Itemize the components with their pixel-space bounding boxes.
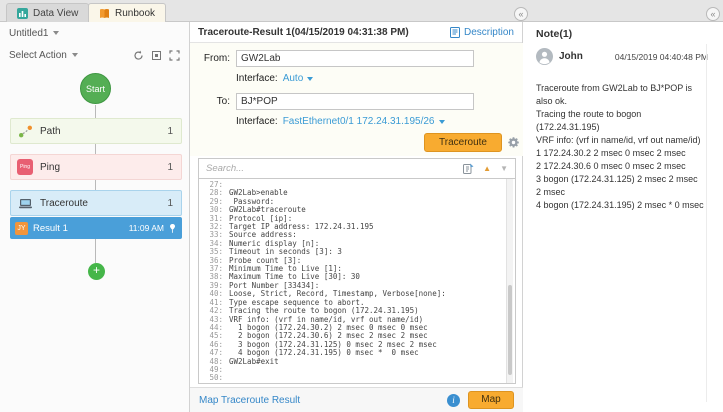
collapse-main-panel-icon[interactable]: « [514, 7, 528, 21]
note-line: 4 bogon (172.24.31.195) 2 msec * 0 msec [536, 199, 704, 212]
flow-connector [95, 180, 96, 190]
chevron-down-icon [307, 77, 313, 81]
pin-icon [169, 224, 176, 233]
description-link[interactable]: Description [450, 27, 514, 38]
find-previous-icon[interactable]: ▲ [483, 165, 491, 173]
result-label: Result 1 [33, 223, 68, 234]
app: Data View Runbook « « Untitled1 Select A… [0, 0, 723, 412]
tab-label: Data View [33, 8, 78, 19]
note-line: VRF info: (vrf in name/id, vrf out name/… [536, 134, 704, 147]
collapse-note-panel-icon[interactable]: « [706, 7, 720, 21]
traceroute-icon [17, 195, 33, 211]
runbook-title-dropdown[interactable]: Untitled1 [0, 22, 189, 44]
ping-icon: Ping [17, 159, 33, 175]
chevron-down-icon [439, 120, 445, 124]
flow-connector [95, 239, 96, 263]
note-line: 2 172.24.30.6 0 msec 0 msec 2 msec [536, 160, 704, 173]
data-view-icon [17, 8, 28, 19]
node-label: Ping [40, 162, 60, 173]
interface-label: Interface: [236, 116, 278, 127]
traceroute-result-panel: Traceroute-Result 1(04/15/2019 04:31:38 … [190, 22, 523, 412]
result-header: Traceroute-Result 1(04/15/2019 04:31:38 … [190, 22, 522, 43]
gear-icon[interactable] [507, 136, 520, 149]
note-panel: Note(1) John 04/15/2019 04:40:48 PM Trac… [523, 22, 723, 412]
console-scrollbar[interactable] [506, 179, 513, 383]
map-traceroute-result-link[interactable]: Map Traceroute Result [199, 395, 300, 406]
result-item[interactable]: JY Result 1 11:09 AM [10, 217, 182, 239]
chevron-down-icon[interactable] [72, 53, 78, 57]
user-initials-badge: JY [15, 222, 28, 235]
avatar [536, 48, 553, 65]
to-device-input[interactable] [236, 93, 474, 110]
refresh-icon[interactable] [133, 50, 144, 61]
note-scrollbar[interactable] [706, 44, 707, 402]
console-line: 48:GW2Lab#exit [199, 358, 515, 366]
node-label: Traceroute [40, 198, 88, 209]
note-timestamp: 04/15/2019 04:40:48 PM [615, 52, 708, 62]
flow-toolbar [133, 50, 180, 61]
select-action-dropdown[interactable]: Select Action [9, 50, 67, 61]
from-label: From: [190, 53, 230, 64]
map-button[interactable]: Map [468, 391, 514, 409]
tab-label: Runbook [115, 8, 155, 19]
note-line: Tracing the route to bogon (172.24.31.19… [536, 108, 704, 134]
path-icon [17, 123, 33, 139]
export-results-icon[interactable] [463, 163, 474, 174]
runbook-title: Untitled1 [9, 28, 48, 39]
flow-connector [95, 144, 96, 154]
note-author-row: John 04/15/2019 04:40:48 PM [536, 48, 708, 65]
note-line: 3 bogon (172.24.31.125) 2 msec 2 msec 2 … [536, 173, 704, 199]
flow-connector [95, 105, 96, 118]
note-author-name: John [559, 51, 583, 62]
search-input[interactable] [206, 163, 454, 174]
to-label: To: [190, 96, 230, 107]
top-tab-bar: Data View Runbook « « [0, 0, 723, 22]
fullscreen-icon[interactable] [169, 50, 180, 61]
flow-node-path[interactable]: Path 1 [10, 118, 182, 144]
result-time: 11:09 AM [129, 223, 164, 233]
select-action-row: Select Action [0, 44, 189, 66]
console-line: 49: [199, 366, 515, 374]
console-line: 50: [199, 374, 515, 382]
result-title: Traceroute-Result 1(04/15/2019 04:31:38 … [198, 27, 409, 38]
result-footer: Map Traceroute Result i Map [190, 387, 523, 412]
to-interface-dropdown[interactable]: FastEthernet0/1 172.24.31.195/26 [283, 116, 445, 127]
flow-canvas: Start Path 1 Ping Ping 1 [0, 66, 188, 412]
traceroute-button[interactable]: Traceroute [424, 133, 502, 152]
flow-start-node[interactable]: Start [80, 73, 111, 104]
to-interface-row: Interface: FastEthernet0/1 172.24.31.195… [236, 116, 445, 127]
note-panel-title: Note(1) [536, 28, 572, 40]
traceroute-form: From: Interface: Auto To: Interface: Fas… [190, 43, 523, 156]
from-device-input[interactable] [236, 50, 474, 67]
note-line: Traceroute from GW2Lab to BJ*POP is also… [536, 82, 704, 108]
find-next-icon[interactable]: ▼ [500, 165, 508, 173]
chevron-down-icon [53, 31, 59, 35]
flow-node-traceroute[interactable]: Traceroute 1 [10, 190, 182, 216]
flow-node-ping[interactable]: Ping Ping 1 [10, 154, 182, 180]
description-icon [450, 27, 460, 38]
node-count: 1 [167, 198, 173, 209]
console-output[interactable]: 27:28:GW2Lab>enable29: Password:30:GW2La… [198, 178, 516, 384]
node-label: Path [40, 126, 61, 137]
console-scrollbar-thumb[interactable] [508, 285, 512, 375]
interface-label: Interface: [236, 73, 278, 84]
node-count: 1 [167, 162, 173, 173]
note-line: 1 172.24.30.2 2 msec 0 msec 2 msec [536, 147, 704, 160]
from-interface-dropdown[interactable]: Auto [283, 73, 314, 84]
fit-screen-icon[interactable] [151, 50, 162, 61]
runbook-icon [99, 8, 110, 19]
info-icon[interactable]: i [447, 394, 460, 407]
node-count: 1 [167, 126, 173, 137]
add-action-button[interactable]: + [88, 263, 105, 280]
tab-data-view[interactable]: Data View [6, 3, 89, 22]
from-interface-row: Interface: Auto [236, 73, 313, 84]
note-body: Traceroute from GW2Lab to BJ*POP is also… [536, 82, 704, 212]
runbook-flow-panel: Untitled1 Select Action Start [0, 22, 190, 412]
tab-runbook[interactable]: Runbook [88, 3, 166, 22]
console-search-bar: ▲ ▼ [198, 158, 516, 179]
